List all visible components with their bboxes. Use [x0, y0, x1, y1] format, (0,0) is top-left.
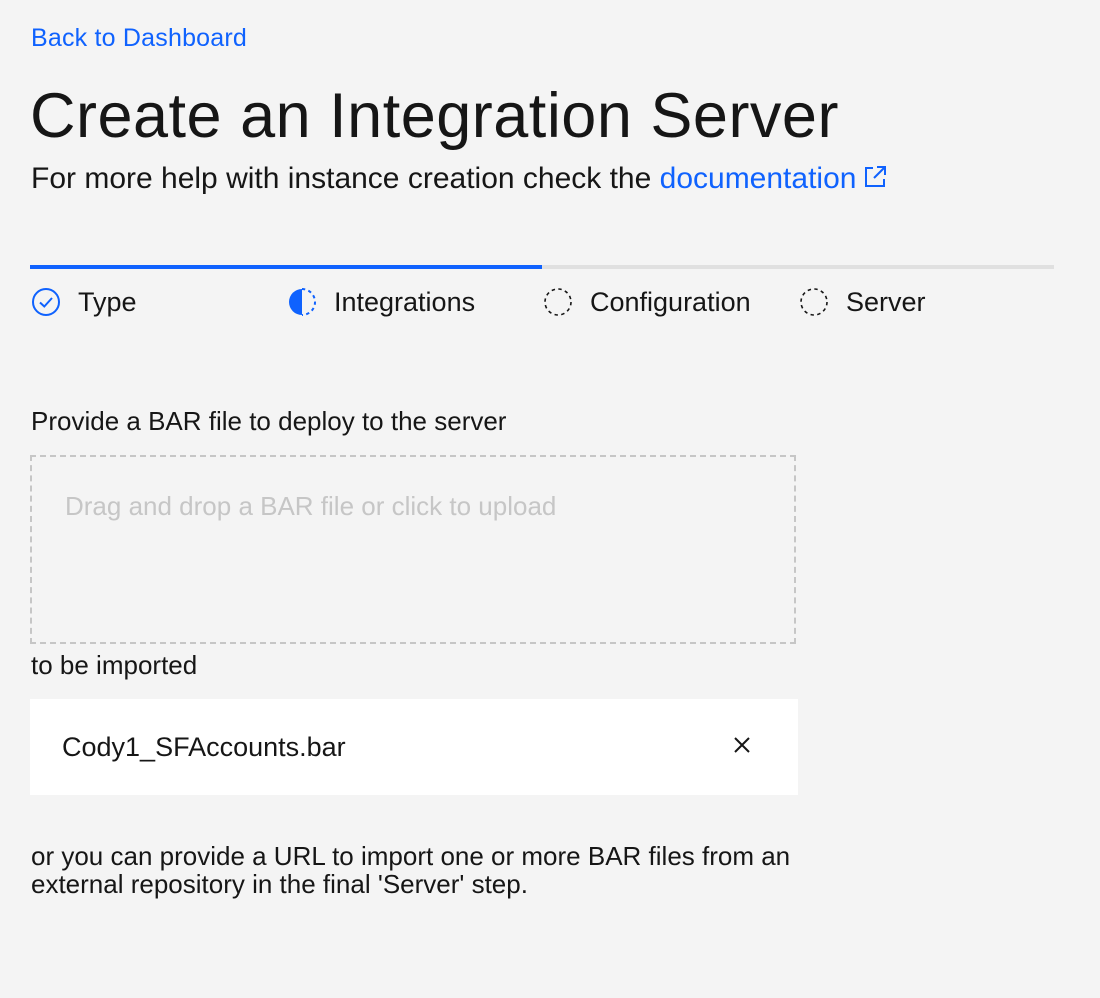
step-type[interactable]: Type [30, 265, 286, 325]
dashed-circle-icon [543, 287, 573, 317]
file-dropzone[interactable]: Drag and drop a BAR file or click to upl… [30, 455, 796, 644]
subtitle-text: For more help with instance creation che… [31, 162, 660, 195]
external-link-icon [862, 162, 888, 200]
step-server[interactable]: Server [798, 265, 1054, 325]
url-import-note: or you can provide a URL to import one o… [31, 841, 791, 899]
uploaded-file-item: Cody1_SFAccounts.bar [30, 699, 798, 795]
step-server-bar [798, 265, 1054, 269]
close-icon [733, 736, 751, 759]
page-subtitle: For more help with instance creation che… [31, 160, 888, 200]
remove-file-button[interactable] [726, 731, 758, 763]
step-configuration[interactable]: Configuration [542, 265, 798, 325]
step-type-label: Type [78, 287, 137, 317]
imported-files-label: to be imported [31, 650, 198, 680]
upload-prompt: Provide a BAR file to deploy to the serv… [31, 406, 507, 436]
file-name: Cody1_SFAccounts.bar [62, 732, 346, 762]
step-integrations-label: Integrations [334, 287, 476, 317]
dashed-circle-icon [799, 287, 829, 317]
step-configuration-bar [542, 265, 798, 269]
page-title: Create an Integration Server [30, 81, 839, 151]
documentation-link[interactable]: documentation [660, 162, 889, 195]
documentation-link-label: documentation [659, 162, 857, 195]
dropzone-placeholder: Drag and drop a BAR file or click to upl… [65, 491, 557, 521]
progress-indicator: Type Integrations Configuration Server [30, 265, 1054, 325]
back-to-dashboard-link[interactable]: Back to Dashboard [31, 24, 247, 53]
step-type-bar [30, 265, 286, 269]
checkmark-circle-icon [31, 287, 61, 317]
step-integrations-bar [286, 265, 542, 269]
step-server-label: Server [846, 287, 926, 317]
step-integrations[interactable]: Integrations [286, 265, 542, 325]
half-circle-icon [287, 287, 317, 317]
step-configuration-label: Configuration [590, 287, 751, 317]
